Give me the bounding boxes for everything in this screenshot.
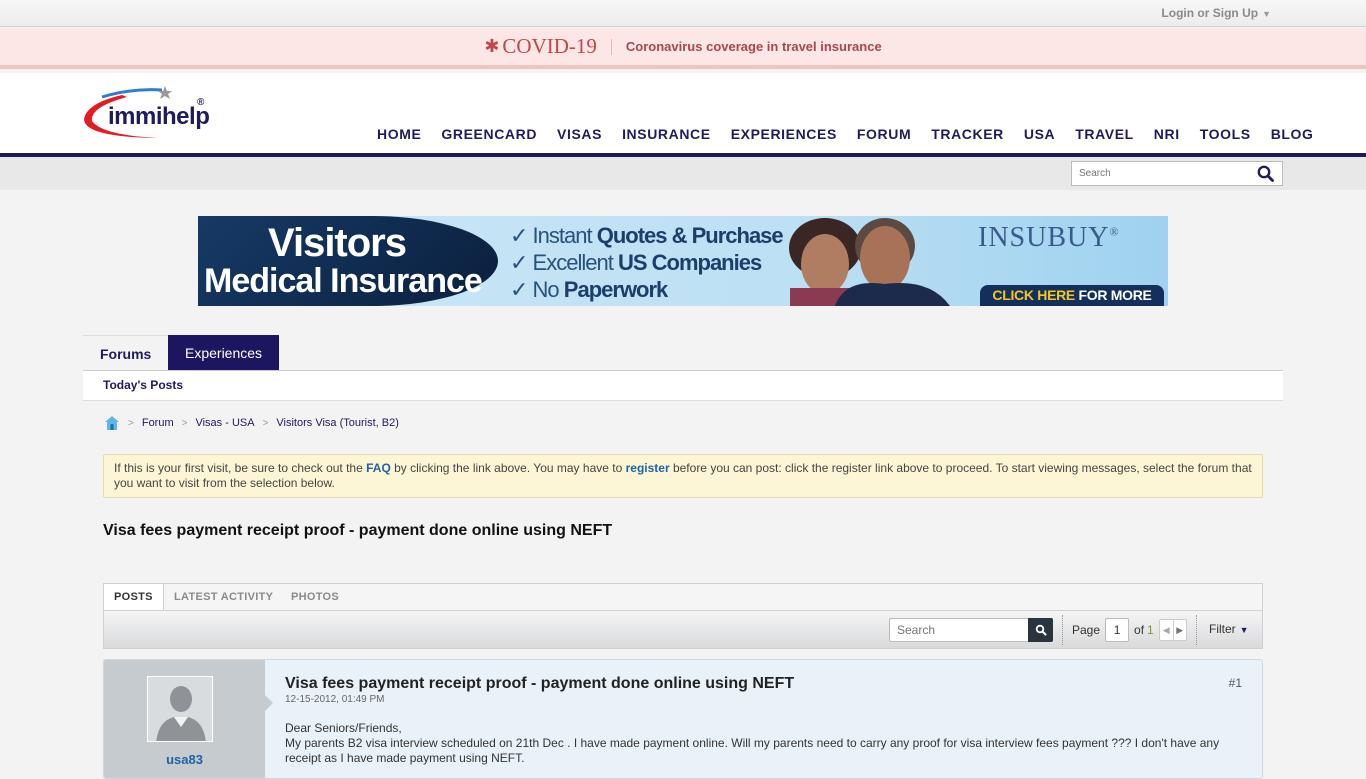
nav-greencard[interactable]: GREENCARD [441, 126, 537, 154]
ad-click-here-button[interactable]: CLICK HERE FOR MORE [980, 285, 1164, 306]
breadcrumb-visas-usa[interactable]: Visas - USA [195, 417, 254, 429]
ad-title-line1: Visitors [268, 221, 407, 265]
filter-label: Filter [1209, 622, 1236, 636]
tab-posts[interactable]: POSTS [104, 584, 164, 612]
insubuy-brand: INSUBUY® [978, 222, 1120, 253]
post-item: usa83 Visa fees payment receipt proof - … [103, 659, 1263, 779]
post-greeting: Dear Seniors/Friends, [285, 721, 402, 735]
covid-logo: ✱ COVID-19 [484, 34, 597, 59]
ad-title-line2: Medical Insurance [204, 262, 483, 300]
breadcrumb-visitors-visa[interactable]: Visitors Visa (Tourist, B2) [276, 417, 398, 429]
medical-star-icon: ✱ [484, 36, 500, 56]
breadcrumb-separator: > [128, 417, 134, 429]
default-avatar-icon [156, 686, 206, 741]
nav-forum[interactable]: FORUM [856, 126, 912, 157]
filter-dropdown[interactable]: Filter ▼ [1209, 622, 1249, 636]
tab-forums[interactable]: Forums [83, 335, 169, 370]
breadcrumb-separator: > [181, 417, 188, 429]
prev-page-icon[interactable]: ◀ [1160, 620, 1173, 640]
breadcrumb-forum[interactable]: Forum [142, 417, 174, 429]
todays-posts-link[interactable]: Today's Posts [103, 378, 183, 392]
tab-latest-activity[interactable]: LATEST ACTIVITY [164, 584, 283, 611]
thread-search-input[interactable] [890, 619, 1025, 641]
divider [610, 38, 612, 55]
breadcrumb-separator: > [262, 417, 269, 429]
search-icon[interactable] [1257, 165, 1274, 182]
nav-visas[interactable]: VISAS [557, 126, 602, 154]
tab-experiences[interactable]: Experiences [168, 335, 279, 370]
page-number-input[interactable] [1105, 618, 1130, 642]
faq-link[interactable]: FAQ [366, 461, 391, 475]
post-user-pane: usa83 [104, 660, 273, 778]
forum-tabs: Forums Experiences [83, 335, 1283, 371]
page-total: 1 [1147, 623, 1154, 637]
top-utility-bar: Login or Sign Up ▼ [0, 0, 1366, 27]
next-page-icon[interactable]: ▶ [1172, 620, 1186, 640]
nav-experiences[interactable]: EXPERIENCES [731, 126, 837, 154]
ad-people-photo [789, 218, 950, 306]
post-body: Dear Seniors/Friends, My parents B2 visa… [285, 721, 1245, 766]
divider [1196, 615, 1197, 645]
ad-bullets: ✓ Instant Quotes & Purchase ✓ Excellent … [510, 222, 784, 303]
avatar[interactable] [147, 676, 213, 742]
forum-subnav: Today's Posts [83, 371, 1283, 401]
thread-search-box [889, 618, 1053, 642]
check-icon: ✓ [510, 277, 533, 302]
page-label: Page [1072, 623, 1101, 637]
thread-search-button[interactable] [1028, 618, 1053, 642]
first-visit-notice: If this is your first visit, be sure to … [103, 454, 1263, 498]
nav-blog[interactable]: BLOG [1271, 126, 1314, 154]
of-label: of [1134, 623, 1145, 637]
nav-insurance[interactable]: INSURANCE [622, 126, 711, 154]
ad-bullet: ✓ No Paperwork [510, 277, 668, 302]
breadcrumb: > Forum > Visas - USA > Visitors Visa (T… [104, 415, 399, 431]
post-number-link[interactable]: #1 [1229, 676, 1242, 690]
post-username[interactable]: usa83 [104, 752, 265, 767]
pagination: Page of 1 ◀ ▶ [1072, 618, 1187, 642]
post-date: 12-15-2012, 01:49 PM [285, 694, 385, 705]
search-icon [1035, 624, 1046, 636]
login-signup-menu[interactable]: Login or Sign Up ▼ [1161, 6, 1271, 20]
home-icon[interactable] [104, 415, 120, 431]
register-link[interactable]: register [626, 461, 670, 475]
page-arrows: ◀ ▶ [1158, 619, 1187, 641]
divider [1062, 615, 1063, 645]
post-title: Visa fees payment receipt proof - paymen… [285, 675, 795, 692]
site-search-input[interactable] [1072, 162, 1242, 185]
covid-logo-text: COVID-19 [502, 34, 597, 58]
covid-banner: ✱ COVID-19 Coronavirus coverage in trave… [0, 28, 1366, 69]
immihelp-logo[interactable]: immihelp ® [82, 85, 212, 143]
check-icon: ✓ [510, 223, 533, 248]
nav-tracker[interactable]: TRACKER [931, 126, 1004, 154]
thread-title: Visa fees payment receipt proof - paymen… [103, 522, 613, 539]
visitors-insurance-ad[interactable]: Visitors Medical Insurance ✓ Instant Quo… [198, 216, 1168, 306]
tab-photos[interactable]: PHOTOS [281, 584, 349, 611]
nav-travel[interactable]: TRAVEL [1075, 126, 1134, 154]
nav-tools[interactable]: TOOLS [1200, 126, 1251, 154]
login-signup-label: Login or Sign Up [1161, 6, 1259, 20]
post-toolbar: Page of 1 ◀ ▶ Filter▼ [103, 610, 1263, 649]
nav-usa[interactable]: USA [1024, 126, 1055, 154]
nav-nri[interactable]: NRI [1154, 126, 1180, 154]
check-icon: ✓ [510, 250, 533, 275]
caret-down-icon: ▼ [1262, 9, 1271, 19]
nav-home[interactable]: HOME [377, 126, 421, 154]
covid-coverage-link[interactable]: Coronavirus coverage in travel insurance [626, 39, 882, 54]
site-search-box [1071, 161, 1283, 186]
main-nav: HOME GREENCARD VISAS INSURANCE EXPERIENC… [377, 126, 1314, 157]
post-text: My parents B2 visa interview scheduled o… [285, 736, 1220, 765]
ad-bullet: ✓ Instant Quotes & Purchase [510, 223, 784, 248]
post-tabs: POSTS LATEST ACTIVITY PHOTOS [103, 583, 1263, 612]
registered-mark: ® [197, 97, 205, 108]
ad-bullet: ✓ Excellent US Companies [510, 250, 762, 275]
caret-down-icon: ▼ [1239, 625, 1249, 635]
logo-text: immihelp [108, 103, 210, 130]
